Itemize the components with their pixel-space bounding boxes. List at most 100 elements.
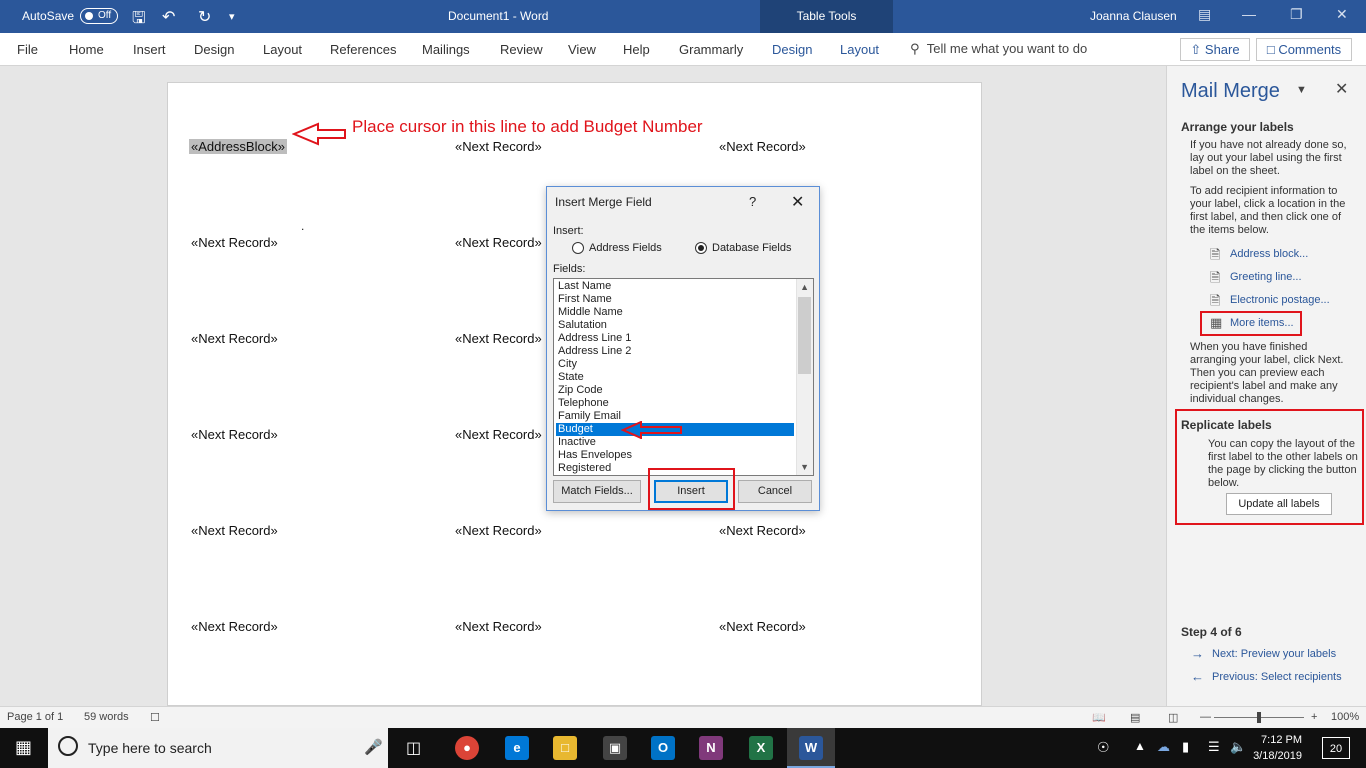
next-record-field[interactable]: «Next Record» xyxy=(719,523,806,538)
file-explorer-icon[interactable]: □ xyxy=(553,736,577,760)
minimize-icon[interactable]: — xyxy=(1242,6,1256,22)
page-count[interactable]: Page 1 of 1 xyxy=(7,711,63,723)
match-fields-button[interactable]: Match Fields... xyxy=(553,480,641,503)
tab-review[interactable]: Review xyxy=(500,42,543,57)
address-fields-radio[interactable] xyxy=(572,242,584,254)
list-item[interactable]: City xyxy=(556,358,794,371)
comments-button[interactable]: □ Comments xyxy=(1256,38,1352,61)
database-fields-label[interactable]: Database Fields xyxy=(712,242,792,254)
list-item[interactable]: First Name xyxy=(556,293,794,306)
next-record-field[interactable]: «Next Record» xyxy=(455,235,542,250)
help-icon[interactable]: ? xyxy=(749,194,756,209)
tab-references[interactable]: References xyxy=(330,42,396,57)
save-icon[interactable]: 🖫 xyxy=(132,7,146,34)
tell-me-box[interactable]: ⚲ Tell me what you want to do xyxy=(910,41,1087,57)
redo-icon[interactable]: ↻ xyxy=(198,7,211,27)
microphone-icon[interactable]: 🎤 xyxy=(364,738,383,756)
arrow-right-icon[interactable]: → xyxy=(1191,646,1204,661)
edge-icon[interactable]: e xyxy=(505,736,529,760)
cancel-button[interactable]: Cancel xyxy=(738,480,812,503)
proofing-icon[interactable]: ☐ xyxy=(150,711,160,724)
next-record-field[interactable]: «Next Record» xyxy=(719,619,806,634)
chevron-down-icon[interactable]: ▼ xyxy=(1296,84,1307,96)
next-step-link[interactable]: Next: Preview your labels xyxy=(1212,648,1336,660)
onedrive-icon[interactable]: ☁ xyxy=(1157,739,1170,755)
electronic-postage-link[interactable]: Electronic postage... xyxy=(1230,294,1330,306)
tab-mailings[interactable]: Mailings xyxy=(422,42,470,57)
notification-center-icon[interactable]: 20 xyxy=(1322,737,1350,759)
autosave-toggle[interactable]: Off xyxy=(80,8,118,24)
next-record-field[interactable]: «Next Record» xyxy=(455,427,542,442)
list-item[interactable]: Zip Code xyxy=(556,384,794,397)
list-scrollbar[interactable]: ▲ ▼ xyxy=(796,279,813,475)
tab-design[interactable]: Design xyxy=(194,42,234,57)
undo-icon[interactable]: ↶ xyxy=(162,7,175,27)
list-item[interactable]: Has Envelopes xyxy=(556,449,794,462)
outlook-icon[interactable]: O xyxy=(651,736,675,760)
next-record-field[interactable]: «Next Record» xyxy=(455,139,542,154)
arrow-left-icon[interactable]: ← xyxy=(1191,669,1204,684)
list-item[interactable]: Address Line 2 xyxy=(556,345,794,358)
scroll-thumb[interactable] xyxy=(798,297,811,374)
list-item[interactable]: Salutation xyxy=(556,319,794,332)
database-fields-radio[interactable] xyxy=(695,242,707,254)
excel-icon[interactable]: X xyxy=(749,736,773,760)
battery-icon[interactable]: ▮ xyxy=(1182,739,1189,755)
print-layout-icon[interactable]: ▤ xyxy=(1130,711,1140,724)
tab-layout[interactable]: Layout xyxy=(263,42,302,57)
next-record-field[interactable]: «Next Record» xyxy=(455,523,542,538)
next-record-field[interactable]: «Next Record» xyxy=(191,235,278,250)
tab-help[interactable]: Help xyxy=(623,42,650,57)
zoom-slider-thumb[interactable] xyxy=(1257,712,1261,723)
store-icon[interactable]: ▣ xyxy=(603,736,627,760)
ribbon-display-icon[interactable]: ▤ xyxy=(1198,6,1211,23)
share-button[interactable]: ⇧ Share xyxy=(1180,38,1250,61)
wifi-icon[interactable]: ☰ xyxy=(1208,739,1220,755)
tab-table-layout[interactable]: Layout xyxy=(840,42,879,57)
previous-step-link[interactable]: Previous: Select recipients xyxy=(1212,671,1342,683)
restore-icon[interactable]: ❐ xyxy=(1290,6,1303,23)
list-item[interactable]: Telephone xyxy=(556,397,794,410)
word-count[interactable]: 59 words xyxy=(84,711,129,723)
volume-icon[interactable]: 🔈 xyxy=(1230,739,1246,755)
word-taskbar-button[interactable]: W xyxy=(787,728,835,768)
close-icon[interactable]: ✕ xyxy=(791,192,804,212)
tab-home[interactable]: Home xyxy=(69,42,104,57)
list-item[interactable]: Middle Name xyxy=(556,306,794,319)
windows-start-icon[interactable]: ▦ xyxy=(15,737,32,758)
scroll-up-icon[interactable]: ▲ xyxy=(800,282,809,292)
tab-table-design[interactable]: Design xyxy=(772,42,812,57)
customize-toolbar-icon[interactable]: ▾ xyxy=(229,10,235,23)
list-item[interactable]: Address Line 1 xyxy=(556,332,794,345)
chevron-up-icon[interactable]: ▲ xyxy=(1134,739,1146,753)
tab-grammarly[interactable]: Grammarly xyxy=(679,42,743,57)
next-record-field[interactable]: «Next Record» xyxy=(191,619,278,634)
fields-listbox[interactable]: Last Name First Name Middle Name Salutat… xyxy=(553,278,814,476)
onenote-icon[interactable]: N xyxy=(699,736,723,760)
zoom-level[interactable]: 100% xyxy=(1331,711,1359,723)
user-name[interactable]: Joanna Clausen xyxy=(1090,9,1177,23)
address-fields-label[interactable]: Address Fields xyxy=(589,242,662,254)
task-view-icon[interactable]: ◫ xyxy=(406,738,421,758)
tab-file[interactable]: File xyxy=(17,42,38,57)
close-window-icon[interactable]: ✕ xyxy=(1336,6,1348,23)
next-record-field[interactable]: «Next Record» xyxy=(455,619,542,634)
tab-insert[interactable]: Insert xyxy=(133,42,166,57)
read-mode-icon[interactable]: 📖 xyxy=(1092,711,1106,724)
chrome-icon[interactable]: ● xyxy=(455,736,479,760)
tab-view[interactable]: View xyxy=(568,42,596,57)
next-record-field[interactable]: «Next Record» xyxy=(719,139,806,154)
next-record-field[interactable]: «Next Record» xyxy=(455,331,542,346)
next-record-field[interactable]: «Next Record» xyxy=(191,427,278,442)
scroll-down-icon[interactable]: ▼ xyxy=(800,462,809,472)
next-record-field[interactable]: «Next Record» xyxy=(191,523,278,538)
taskbar-search[interactable]: Type here to search 🎤 xyxy=(48,728,388,768)
list-item[interactable]: Last Name xyxy=(556,280,794,293)
close-pane-icon[interactable]: ✕ xyxy=(1335,79,1348,99)
web-layout-icon[interactable]: ◫ xyxy=(1168,711,1178,724)
list-item[interactable]: State xyxy=(556,371,794,384)
zoom-in-icon[interactable]: + xyxy=(1311,711,1317,723)
next-record-field[interactable]: «Next Record» xyxy=(191,331,278,346)
address-block-link[interactable]: Address block... xyxy=(1230,248,1308,260)
greeting-line-link[interactable]: Greeting line... xyxy=(1230,271,1302,283)
